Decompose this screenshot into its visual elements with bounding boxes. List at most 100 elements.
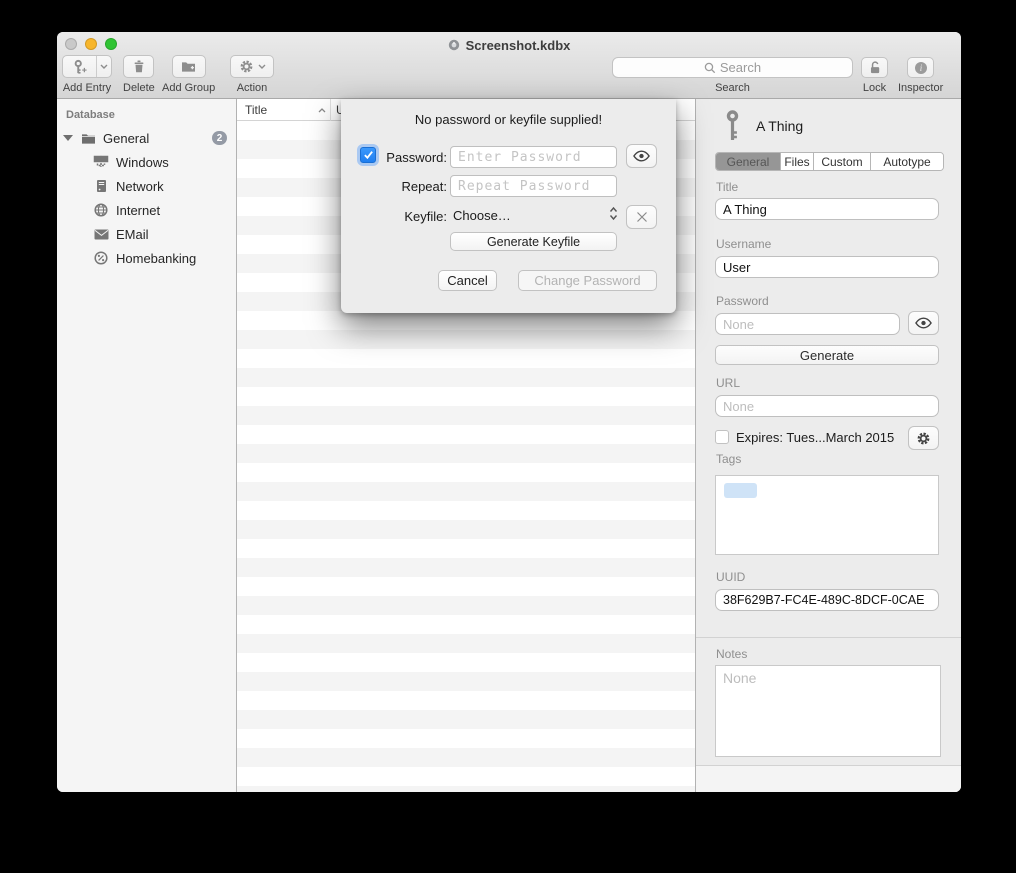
tag-token[interactable] <box>724 483 757 498</box>
action-button[interactable] <box>230 55 274 78</box>
window-title: Screenshot.kdbx <box>466 38 571 53</box>
action-group: Action <box>230 55 274 94</box>
delete-button[interactable] <box>123 55 154 78</box>
generate-keyfile-label: Generate Keyfile <box>487 235 580 249</box>
tags-field[interactable] <box>715 475 939 555</box>
search-group: Search Search <box>612 57 853 94</box>
entry-title: A Thing <box>756 118 803 134</box>
gear-icon[interactable] <box>239 59 254 74</box>
add-group-group: Add Group <box>162 55 215 94</box>
lock-button[interactable] <box>861 57 888 78</box>
column-title-label: Title <box>245 103 267 117</box>
add-entry-label: Add Entry <box>63 82 111 94</box>
percent-circle-icon <box>93 251 109 265</box>
notes-field[interactable] <box>715 665 941 757</box>
window-title-area: Screenshot.kdbx <box>57 37 961 53</box>
inspector-panel: A Thing General Files Custom Autotype Ti… <box>695 99 961 792</box>
sidebar-group-general[interactable]: General 2 <box>57 126 236 150</box>
add-group-label: Add Group <box>162 82 215 94</box>
keyfile-popup[interactable]: Choose… <box>453 208 511 223</box>
add-entry-group: Add Entry <box>62 55 112 94</box>
sidebar-item-windows[interactable]: Windows <box>57 150 236 174</box>
generate-keyfile-button[interactable]: Generate Keyfile <box>450 232 617 251</box>
sidebar-item-homebanking[interactable]: Homebanking <box>57 246 236 270</box>
change-password-button[interactable]: Change Password <box>518 270 657 291</box>
uuid-label: UUID <box>716 570 745 584</box>
eye-icon <box>633 150 650 162</box>
url-field[interactable] <box>715 395 939 417</box>
inspector-tabs: General Files Custom Autotype <box>715 152 944 171</box>
add-group-button[interactable] <box>172 55 206 78</box>
lock-group: Lock <box>861 57 888 94</box>
change-password-label: Change Password <box>534 273 640 288</box>
reveal-sheet-password-button[interactable] <box>626 144 657 168</box>
search-icon <box>704 62 716 74</box>
envelope-icon <box>93 229 109 240</box>
windows-network-icon <box>93 155 109 169</box>
sidebar-item-network[interactable]: Network <box>57 174 236 198</box>
sidebar-item-label: Homebanking <box>116 251 196 266</box>
chevron-down-icon[interactable] <box>96 56 111 77</box>
sidebar-item-internet[interactable]: Internet <box>57 198 236 222</box>
gear-icon <box>916 431 931 446</box>
lock-open-icon[interactable] <box>868 60 882 75</box>
tags-label: Tags <box>716 452 741 466</box>
info-circle-icon[interactable]: i <box>914 61 928 75</box>
change-password-sheet: No password or keyfile supplied! Passwor… <box>341 99 676 313</box>
expires-settings-button[interactable] <box>908 426 939 450</box>
repeat-password-input[interactable] <box>450 175 617 197</box>
reveal-password-button[interactable] <box>908 311 939 335</box>
chevron-down-icon[interactable] <box>258 64 266 69</box>
delete-label: Delete <box>123 82 155 94</box>
eye-icon <box>915 317 932 329</box>
column-header-title[interactable]: Title <box>237 99 331 121</box>
up-down-chevrons-icon[interactable] <box>609 206 618 221</box>
tab-custom[interactable]: Custom <box>814 153 871 170</box>
add-entry-button[interactable] <box>62 55 112 78</box>
expires-checkbox[interactable] <box>715 430 729 444</box>
globe-icon <box>93 203 109 217</box>
search-placeholder: Search <box>720 60 761 75</box>
x-icon <box>636 211 648 223</box>
title-field[interactable] <box>715 198 939 220</box>
url-field-label: URL <box>716 376 740 390</box>
sidebar-item-label: Network <box>116 179 164 194</box>
expires-label: Expires: Tues...March 2015 <box>736 430 894 445</box>
notes-label: Notes <box>716 647 747 661</box>
screen: { "colors": { "accent": "#3b99fc", "tag"… <box>0 0 1016 873</box>
username-field-label: Username <box>716 237 771 251</box>
repeat-label: Repeat: <box>371 179 447 194</box>
trash-icon[interactable] <box>132 59 146 74</box>
cancel-button[interactable]: Cancel <box>438 270 497 291</box>
clear-keyfile-button[interactable] <box>626 205 657 229</box>
triangle-down-icon[interactable] <box>63 135 73 141</box>
generate-label: Generate <box>800 348 854 363</box>
lock-label: Lock <box>863 82 886 94</box>
username-field[interactable] <box>715 256 939 278</box>
delete-group: Delete <box>123 55 155 94</box>
document-icon <box>448 39 460 51</box>
tab-files[interactable]: Files <box>781 153 814 170</box>
sheet-message: No password or keyfile supplied! <box>341 112 676 127</box>
cancel-label: Cancel <box>447 273 487 288</box>
search-label: Search <box>715 82 750 94</box>
password-field[interactable] <box>715 313 900 335</box>
sidebar-item-email[interactable]: EMail <box>57 222 236 246</box>
entry-count-badge: 2 <box>212 131 227 145</box>
uuid-field[interactable] <box>715 589 939 611</box>
tab-general[interactable]: General <box>716 153 781 170</box>
folder-plus-icon[interactable] <box>181 60 196 73</box>
title-field-label: Title <box>716 180 738 194</box>
enter-password-input[interactable] <box>450 146 617 168</box>
key-plus-icon[interactable] <box>63 56 96 77</box>
keyfile-label: Keyfile: <box>371 209 447 224</box>
tab-autotype[interactable]: Autotype <box>871 153 943 170</box>
titlebar: Screenshot.kdbx Add Entry <box>57 32 961 99</box>
generate-password-button[interactable]: Generate <box>715 345 939 365</box>
inspector-footer <box>696 765 961 792</box>
search-input[interactable]: Search <box>612 57 853 78</box>
action-label: Action <box>237 82 268 94</box>
sidebar-item-label: EMail <box>116 227 149 242</box>
inspector-button[interactable]: i <box>907 57 934 78</box>
sidebar-group-label: General <box>103 131 149 146</box>
